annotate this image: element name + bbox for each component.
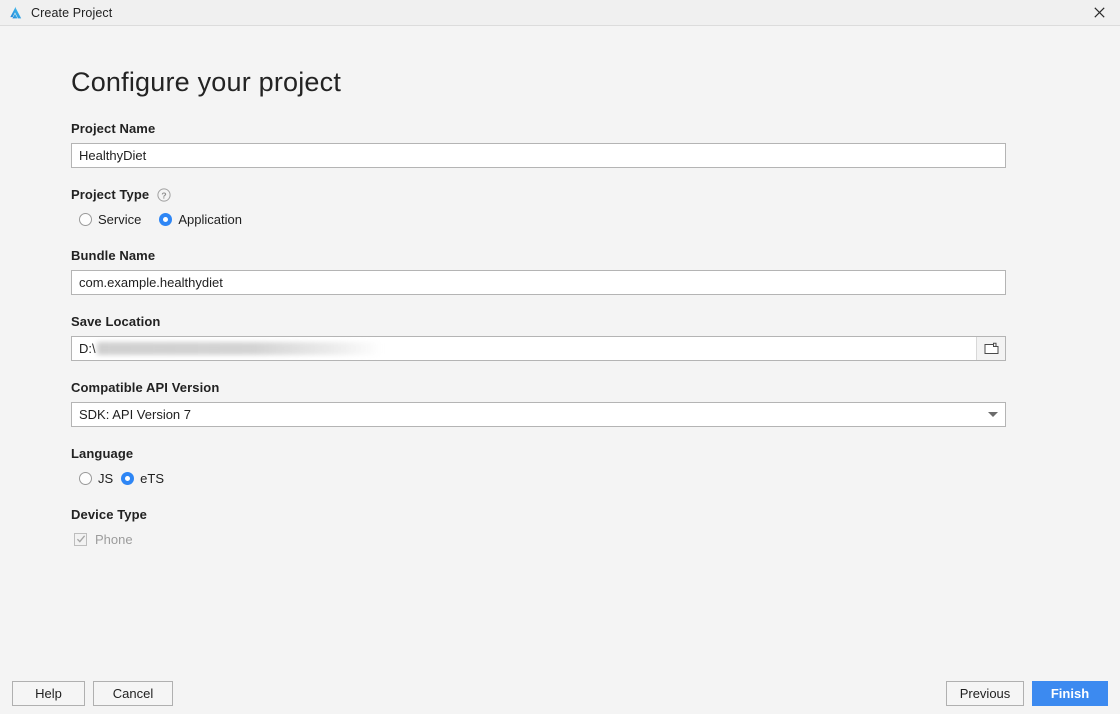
- window-titlebar: Create Project: [0, 0, 1120, 26]
- save-location-input[interactable]: D:\: [71, 336, 1006, 361]
- device-type-checkbox-group: Phone: [71, 529, 1006, 549]
- radio-project-type-application-label: Application: [178, 211, 242, 227]
- folder-icon[interactable]: [976, 337, 1005, 360]
- save-location-label: Save Location: [71, 314, 161, 329]
- device-type-label: Device Type: [71, 507, 148, 522]
- project-name-label: Project Name: [71, 121, 156, 136]
- radio-project-type-application[interactable]: Application: [159, 212, 242, 227]
- field-device-type: Device Type Phone: [71, 507, 1006, 549]
- bundle-name-input[interactable]: [71, 270, 1006, 295]
- close-icon[interactable]: [1078, 0, 1120, 25]
- radio-project-type-service[interactable]: Service: [79, 212, 141, 227]
- project-type-radio-group: Service Application: [71, 209, 1006, 229]
- deveco-triangle-logo-icon: [7, 5, 23, 21]
- radio-project-type-service-label: Service: [98, 211, 142, 227]
- field-save-location: Save Location D:\: [71, 314, 1006, 361]
- project-config-form: Project Name Project Type ? Service: [71, 121, 1006, 568]
- radio-language-js[interactable]: JS: [79, 471, 113, 486]
- radio-circle-selected-icon: [121, 471, 135, 485]
- save-location-row: D:\: [71, 336, 1006, 361]
- redacted-path-region: [96, 342, 382, 355]
- field-api-version: Compatible API Version SDK: API Version …: [71, 380, 1006, 427]
- api-version-label: Compatible API Version: [71, 380, 220, 395]
- radio-circle-selected-icon: [159, 212, 173, 226]
- finish-button[interactable]: Finish: [1032, 681, 1108, 706]
- field-project-name: Project Name: [71, 121, 1006, 168]
- radio-circle-icon: [79, 212, 92, 226]
- previous-button[interactable]: Previous: [946, 681, 1024, 706]
- svg-text:?: ?: [162, 190, 167, 200]
- project-type-label: Project Type ?: [71, 187, 1006, 202]
- cancel-button[interactable]: Cancel: [93, 681, 173, 706]
- window-title: Create Project: [31, 5, 113, 20]
- dialog-footer: Help Cancel Previous Finish: [0, 655, 1120, 714]
- checkbox-phone-label: Phone: [95, 531, 133, 547]
- field-bundle-name: Bundle Name: [71, 248, 1006, 295]
- project-name-input[interactable]: [71, 143, 1006, 168]
- bundle-name-label: Bundle Name: [71, 248, 156, 263]
- dialog-content: Configure your project Project Name Proj…: [0, 26, 1120, 714]
- field-language: Language JS eTS: [71, 446, 1006, 488]
- language-label: Language: [71, 446, 134, 461]
- language-radio-group: JS eTS: [71, 468, 1006, 488]
- checkbox-checked-disabled-icon: [74, 532, 87, 546]
- page-title: Configure your project: [71, 67, 342, 97]
- project-type-label-text: Project Type: [71, 187, 150, 202]
- radio-circle-icon: [79, 471, 92, 485]
- api-version-select[interactable]: SDK: API Version 7: [71, 402, 1006, 427]
- radio-language-ets-label: eTS: [140, 470, 165, 486]
- help-circle-icon[interactable]: ?: [157, 187, 171, 202]
- radio-language-ets[interactable]: eTS: [121, 471, 164, 486]
- help-button[interactable]: Help: [12, 681, 85, 706]
- api-version-select-wrap: SDK: API Version 7: [71, 402, 1006, 427]
- field-project-type: Project Type ? Service Application: [71, 187, 1006, 229]
- radio-language-js-label: JS: [98, 470, 114, 486]
- save-location-value: D:\: [79, 341, 96, 356]
